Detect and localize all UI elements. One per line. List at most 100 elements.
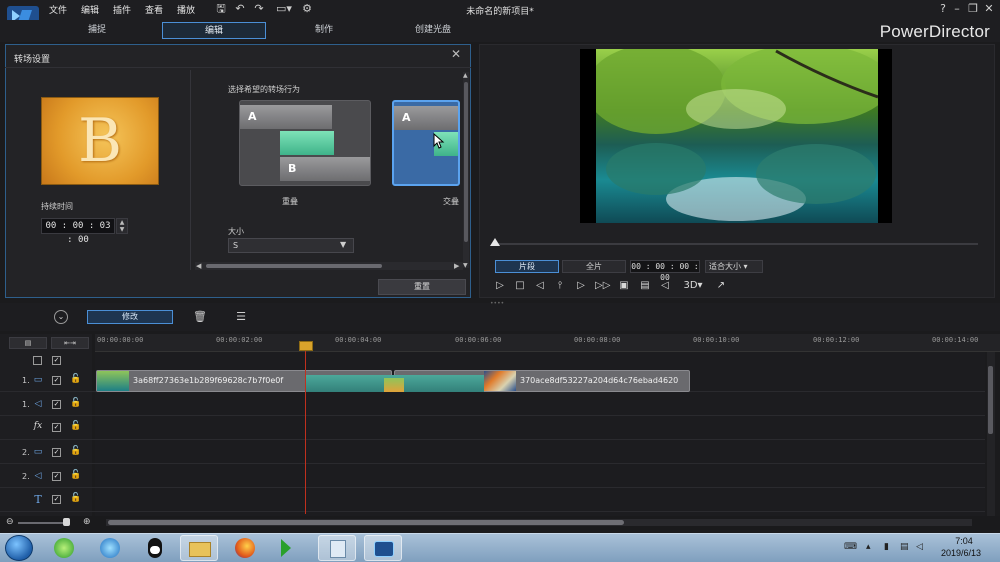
undo-icon[interactable]: ↶ bbox=[233, 2, 247, 16]
chevron-down-icon[interactable]: ⌄ bbox=[54, 310, 68, 324]
lock-icon[interactable]: 🔓 bbox=[70, 446, 81, 456]
settings-gear-icon[interactable]: ⚙ bbox=[300, 2, 314, 16]
close-icon[interactable]: ✕ bbox=[982, 2, 996, 16]
timeline-vertical-scroll-thumb[interactable] bbox=[988, 366, 993, 434]
zoom-in-icon[interactable]: ⊕ bbox=[83, 517, 91, 527]
duration-input[interactable]: 00 : 00 : 03 : 00 bbox=[41, 218, 115, 245]
stop-icon[interactable]: □ bbox=[513, 279, 527, 293]
taskbar-app-qq-icon[interactable] bbox=[136, 535, 174, 561]
all-tracks-enable-checkbox[interactable]: ✓ bbox=[52, 356, 61, 365]
undock-icon[interactable]: ↗ bbox=[714, 279, 728, 293]
panel-horizontal-scroll-thumb[interactable] bbox=[206, 264, 382, 268]
panel-close-icon[interactable]: ✕ bbox=[451, 47, 461, 61]
behavior-label: 选择希望的转场行为 bbox=[228, 85, 300, 94]
preview-timecode[interactable]: 00 : 00 : 00 : 00 bbox=[630, 260, 700, 282]
tab-capture[interactable]: 捕捉 bbox=[45, 22, 149, 39]
panel-header bbox=[5, 44, 471, 68]
taskbar-app-powerdirector-icon[interactable] bbox=[364, 535, 402, 561]
modify-button[interactable]: 修改 bbox=[87, 310, 173, 324]
lock-icon[interactable]: 🔓 bbox=[70, 421, 81, 431]
menu-playback[interactable]: 播放 bbox=[177, 3, 195, 16]
fit-size-select[interactable]: 适合大小 ▾ bbox=[705, 260, 763, 273]
taskbar-app-firefox-icon[interactable] bbox=[226, 535, 264, 561]
aspect-ratio-icon[interactable]: ▭▾ bbox=[273, 2, 295, 16]
menu-view[interactable]: 查看 bbox=[145, 3, 163, 16]
next-frame-icon[interactable]: ▷ bbox=[574, 279, 588, 293]
ruler-tick: 00:00:06:00 bbox=[455, 336, 502, 344]
panel-title: 转场设置 bbox=[14, 55, 51, 65]
behavior-option-overlap[interactable]: A B bbox=[239, 100, 371, 186]
timeline-horizontal-scroll-thumb[interactable] bbox=[108, 520, 624, 525]
zoom-slider-handle[interactable] bbox=[63, 518, 70, 526]
volume-tray-icon[interactable]: ◁ bbox=[916, 542, 923, 552]
track-enable-checkbox[interactable]: ✓ bbox=[52, 400, 61, 409]
preview-scrubber-handle[interactable] bbox=[490, 238, 500, 246]
tray-expand-icon[interactable]: ▴ bbox=[866, 542, 871, 552]
menu-file[interactable]: 文件 bbox=[49, 3, 67, 16]
network-icon[interactable]: ▤ bbox=[900, 542, 909, 552]
fast-forward-icon[interactable]: ▷▷ bbox=[595, 279, 610, 293]
duration-spinner[interactable]: ▲ ▼ bbox=[116, 218, 128, 234]
3d-mode-button[interactable]: 3D▾ bbox=[680, 279, 706, 293]
resize-grip-icon[interactable]: •••• bbox=[490, 300, 504, 307]
tab-produce[interactable]: 制作 bbox=[272, 22, 376, 39]
taskbar-app-360-icon[interactable] bbox=[45, 535, 83, 561]
split-icon[interactable]: ⫯ bbox=[553, 279, 567, 293]
size-select[interactable]: S bbox=[228, 238, 354, 253]
subtitle-icon[interactable]: ▤ bbox=[638, 279, 652, 293]
lock-icon[interactable]: 🔓 bbox=[70, 374, 81, 384]
brand-name: PowerDirector bbox=[879, 22, 990, 41]
behavior-option-cross[interactable]: A bbox=[392, 100, 460, 186]
ruler-tick: 00:00:10:00 bbox=[693, 336, 740, 344]
tab-clip-mode[interactable]: 片段 bbox=[495, 260, 559, 273]
taskbar-app-media-icon[interactable] bbox=[272, 535, 310, 561]
help-icon[interactable]: ? bbox=[936, 2, 950, 16]
track-enable-checkbox[interactable]: ✓ bbox=[52, 472, 61, 481]
scroll-right-icon[interactable]: ▶ bbox=[454, 262, 459, 270]
reset-button[interactable]: 重置 bbox=[378, 279, 466, 295]
lock-icon[interactable]: 🔓 bbox=[70, 398, 81, 408]
scroll-up-icon[interactable]: ▲ bbox=[463, 72, 468, 79]
fit-timeline-button[interactable]: ⇤⇥ bbox=[51, 337, 89, 349]
playhead-handle[interactable] bbox=[299, 341, 313, 351]
taskbar-app-explorer-icon[interactable] bbox=[180, 535, 218, 561]
minimize-icon[interactable]: – bbox=[950, 2, 964, 16]
start-button-icon[interactable] bbox=[5, 535, 33, 561]
menu-plugins[interactable]: 插件 bbox=[113, 3, 131, 16]
keyboard-icon[interactable]: ⌨ bbox=[844, 542, 857, 552]
panel-vertical-scroll-thumb[interactable] bbox=[464, 82, 468, 242]
preview-scrubber-track[interactable] bbox=[494, 243, 978, 245]
scroll-down-icon[interactable]: ▼ bbox=[463, 262, 468, 269]
track-enable-checkbox[interactable]: ✓ bbox=[52, 448, 61, 457]
zoom-out-icon[interactable]: ⊖ bbox=[6, 517, 14, 527]
all-tracks-toggle[interactable] bbox=[33, 356, 42, 365]
menu-edit[interactable]: 编辑 bbox=[81, 3, 99, 16]
track-enable-checkbox[interactable]: ✓ bbox=[52, 495, 61, 504]
snapshot-icon[interactable]: ▣ bbox=[617, 279, 631, 293]
previous-frame-icon[interactable]: ◁ bbox=[533, 279, 547, 293]
trash-icon[interactable]: 🗑 bbox=[193, 310, 207, 324]
track-enable-checkbox[interactable]: ✓ bbox=[52, 376, 61, 385]
lock-icon[interactable]: 🔓 bbox=[70, 470, 81, 480]
clip-list-icon[interactable]: ☰ bbox=[234, 310, 248, 324]
track-manager-button[interactable]: ▤ bbox=[9, 337, 47, 349]
scroll-left-icon[interactable]: ◀ bbox=[196, 262, 201, 270]
lock-icon[interactable]: 🔓 bbox=[70, 493, 81, 503]
play-icon[interactable]: ▷ bbox=[493, 279, 507, 293]
restore-icon[interactable]: ❐ bbox=[966, 2, 980, 16]
taskbar-app-browser-icon[interactable] bbox=[91, 535, 129, 561]
track-enable-checkbox[interactable]: ✓ bbox=[52, 423, 61, 432]
volume-icon[interactable]: ◁ bbox=[658, 279, 672, 293]
3d-mode-label: 3D bbox=[683, 280, 698, 291]
tab-movie-mode[interactable]: 全片 bbox=[562, 260, 626, 273]
taskbar-app-notepad-icon[interactable] bbox=[318, 535, 356, 561]
track-number: 1. bbox=[22, 376, 30, 385]
clock-date[interactable]: 2019/6/13 bbox=[930, 548, 992, 558]
clock-time[interactable]: 7:04 bbox=[944, 536, 984, 546]
chevron-down-icon[interactable]: ▼ bbox=[340, 240, 346, 249]
tab-create-disc[interactable]: 创建光盘 bbox=[381, 22, 485, 39]
redo-icon[interactable]: ↷ bbox=[252, 2, 266, 16]
save-icon[interactable]: 🖫 bbox=[214, 2, 228, 16]
battery-icon[interactable]: ▮ bbox=[884, 542, 889, 552]
tab-edit[interactable]: 编辑 bbox=[162, 22, 266, 39]
